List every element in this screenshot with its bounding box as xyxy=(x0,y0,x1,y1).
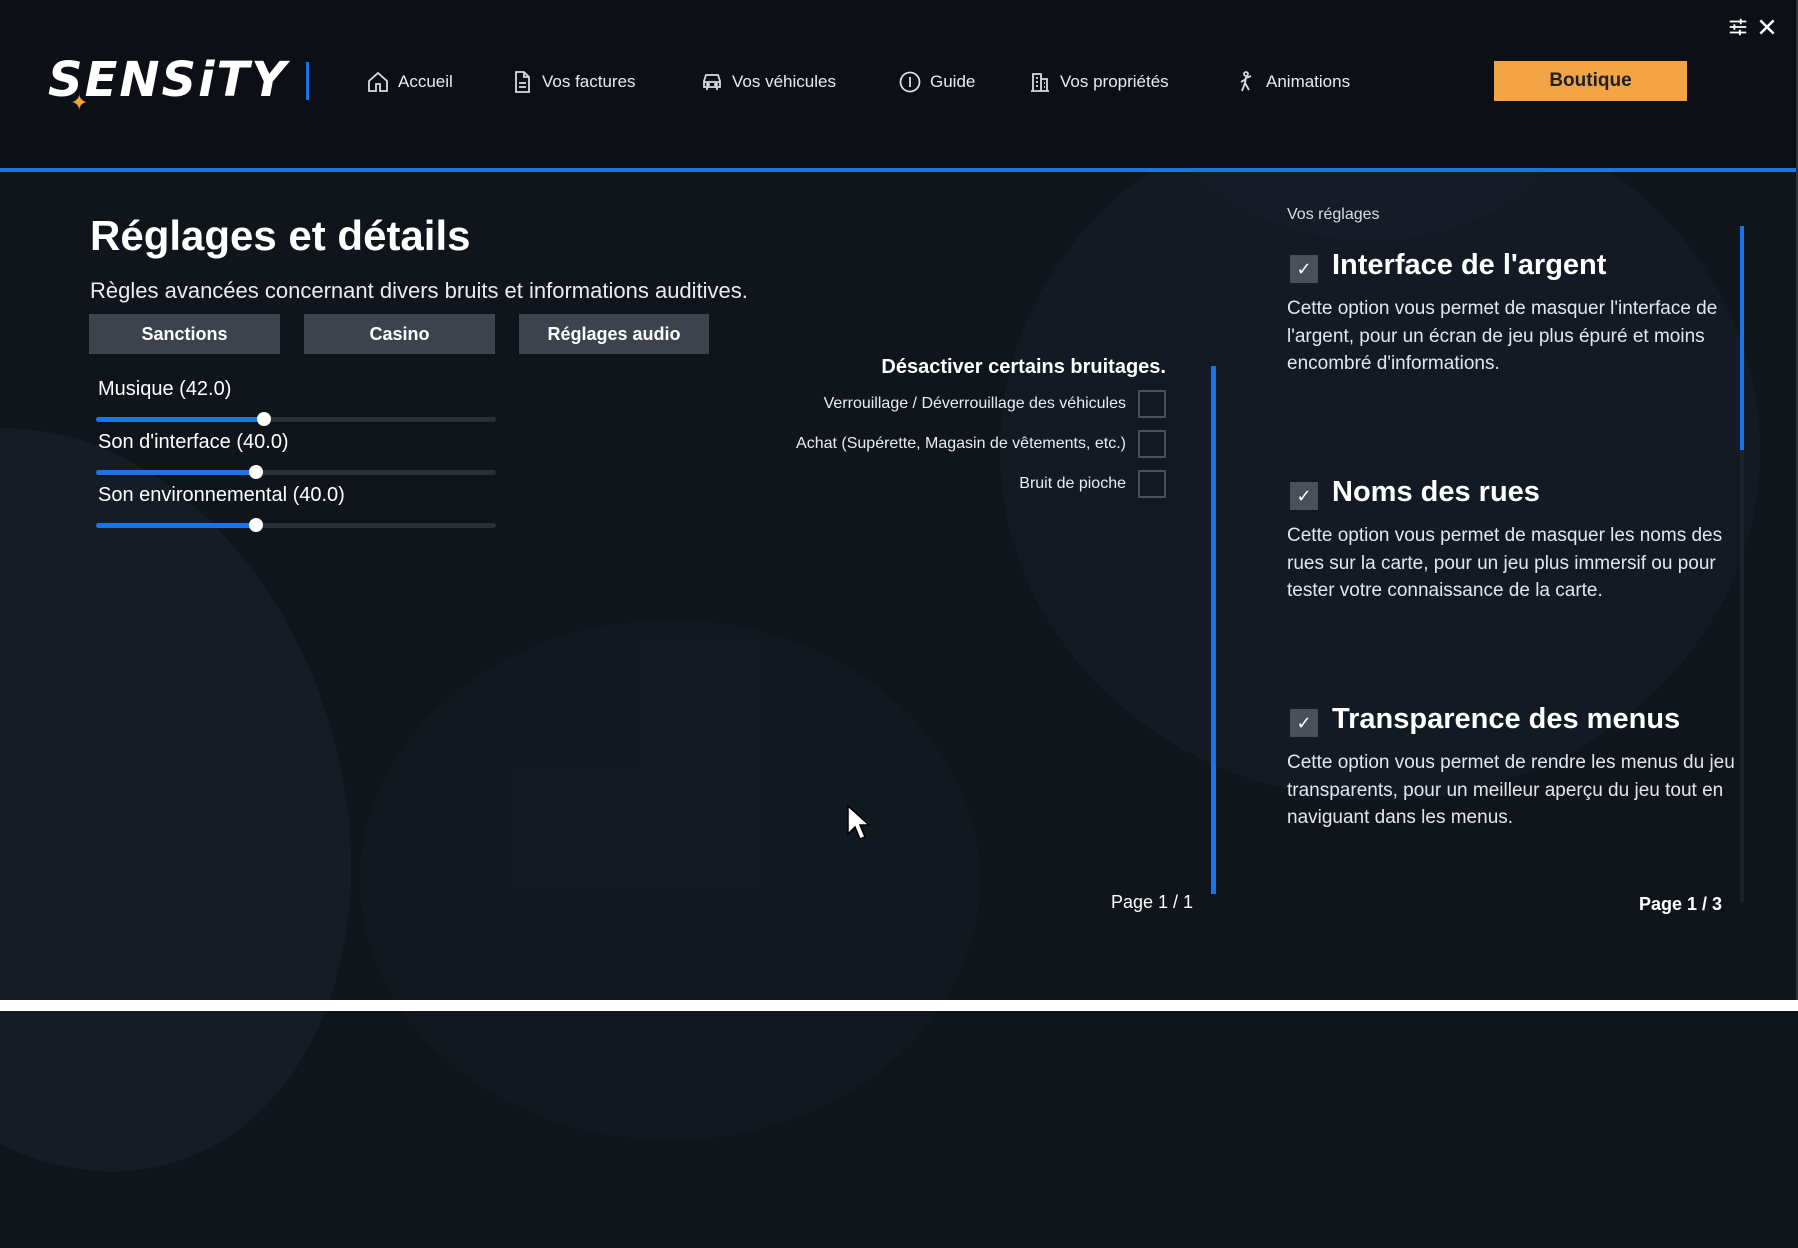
settings-panel-caption: Vos réglages xyxy=(1287,206,1380,223)
setting-title: Interface de l'argent xyxy=(1332,249,1607,281)
slider-environment[interactable] xyxy=(96,518,496,532)
left-scrollbar[interactable] xyxy=(1211,366,1216,894)
nav-label: Guide xyxy=(930,72,976,91)
sound-toggle-row: Verrouillage / Déverrouillage des véhicu… xyxy=(824,389,1166,419)
setting-title: Transparence des menus xyxy=(1332,703,1681,735)
money-interface-checkbox[interactable]: ✓ xyxy=(1290,255,1318,283)
dancer-icon xyxy=(1240,71,1252,92)
slider-thumb[interactable] xyxy=(249,518,263,532)
car-icon xyxy=(703,74,721,90)
app-window: SENSiTY ✦ Accueil Vos factures Vos véhic… xyxy=(0,0,1798,1248)
vehicle-lock-checkbox[interactable] xyxy=(1138,390,1166,418)
slider-fill xyxy=(96,523,256,528)
bottom-strip xyxy=(0,1000,1798,1011)
left-page-indicator: Page 1 / 1 xyxy=(1111,892,1194,912)
nav-label: Vos véhicules xyxy=(732,72,836,91)
tab-sanctions[interactable]: Sanctions xyxy=(89,314,280,354)
mouse-cursor-icon xyxy=(847,804,870,840)
nav-item-animations[interactable]: Animations xyxy=(1234,62,1350,102)
info-icon xyxy=(899,71,921,93)
slider-music[interactable] xyxy=(96,412,496,426)
sound-toggle-label: Verrouillage / Déverrouillage des véhicu… xyxy=(823,395,1126,412)
sound-toggle-label: Achat (Supérette, Magasin de vêtements, … xyxy=(796,435,1126,452)
tab-casino[interactable]: Casino xyxy=(304,314,495,354)
nav-item-proprietes[interactable]: Vos propriétés xyxy=(1028,62,1169,102)
menu-transparency-checkbox[interactable]: ✓ xyxy=(1290,709,1318,737)
setting-description: Cette option vous permet de masquer les … xyxy=(1287,525,1723,601)
nav-item-accueil[interactable]: Accueil xyxy=(366,62,453,102)
setting-description: Cette option vous permet de masquer l'in… xyxy=(1287,298,1718,374)
right-page-indicator: Page 1 / 3 xyxy=(1639,894,1723,914)
setting-title: Noms des rues xyxy=(1332,476,1540,508)
logo-separator xyxy=(306,62,309,100)
sound-toggle-row: Achat (Supérette, Magasin de vêtements, … xyxy=(796,429,1166,459)
pickaxe-sound-checkbox[interactable] xyxy=(1138,470,1166,498)
page-subtitle: Règles avancées concernant divers bruits… xyxy=(90,278,748,303)
settings-sliders-icon[interactable] xyxy=(1725,14,1751,40)
slider-thumb[interactable] xyxy=(257,412,271,426)
nav-label: Animations xyxy=(1266,72,1351,91)
sound-toggle-label: Bruit de pioche xyxy=(1019,475,1126,492)
slider-label-music: Musique (42.0) xyxy=(98,378,232,400)
page-title: Réglages et détails xyxy=(90,212,471,259)
street-names-checkbox[interactable]: ✓ xyxy=(1290,482,1318,510)
slider-thumb[interactable] xyxy=(249,465,263,479)
document-icon xyxy=(515,71,530,93)
window-frame: SENSiTY ✦ Accueil Vos factures Vos véhic… xyxy=(0,0,1798,1011)
purchase-sound-checkbox[interactable] xyxy=(1138,430,1166,458)
shop-button[interactable]: Boutique xyxy=(1494,61,1687,101)
right-scrollbar-thumb[interactable] xyxy=(1740,226,1744,450)
close-icon[interactable] xyxy=(1754,14,1780,40)
nav-label: Accueil xyxy=(398,72,453,91)
slider-fill xyxy=(96,470,256,475)
nav-item-factures[interactable]: Vos factures xyxy=(510,62,636,102)
logo-star-icon: ✦ xyxy=(70,90,89,115)
building-icon xyxy=(1031,73,1049,92)
top-navbar: SENSiTY ✦ Accueil Vos factures Vos véhic… xyxy=(0,0,1796,168)
sound-toggle-row: Bruit de pioche xyxy=(1019,469,1166,499)
header-accent-line xyxy=(0,168,1796,172)
slider-label-interface: Son d'interface (40.0) xyxy=(98,431,289,453)
nav-item-guide[interactable]: Guide xyxy=(898,62,975,102)
nav-item-vehicules[interactable]: Vos véhicules xyxy=(700,62,836,102)
sounds-section-title: Désactiver certains bruitages. xyxy=(881,356,1166,378)
nav-label: Vos propriétés xyxy=(1060,72,1169,91)
home-icon xyxy=(368,71,388,92)
slider-fill xyxy=(96,417,264,422)
tab-audio-settings[interactable]: Réglages audio xyxy=(519,314,709,354)
slider-interface[interactable] xyxy=(96,465,496,479)
setting-description: Cette option vous permet de rendre les m… xyxy=(1287,752,1735,828)
nav-label: Vos factures xyxy=(542,72,636,91)
slider-label-environment: Son environnemental (40.0) xyxy=(98,484,345,506)
